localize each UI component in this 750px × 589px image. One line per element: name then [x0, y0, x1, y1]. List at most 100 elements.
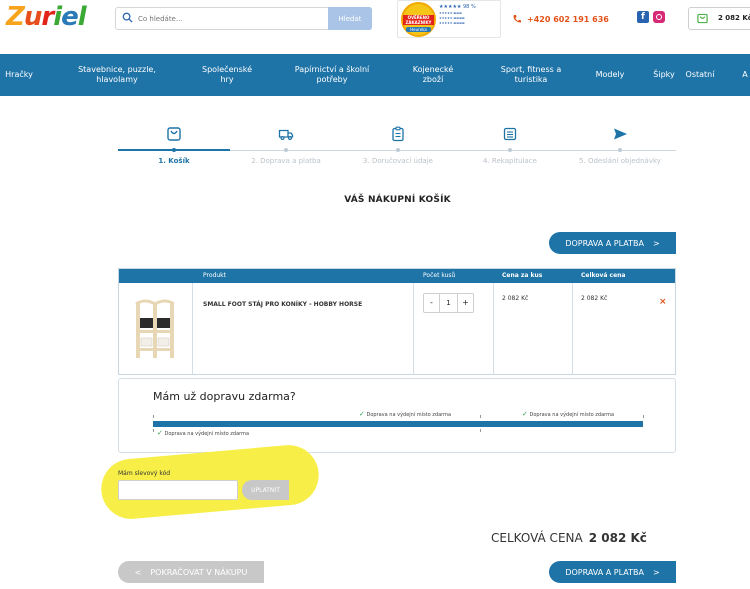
logo[interactable]: Zuriel — [6, 2, 87, 32]
continue-shopping-button[interactable]: < POKRAČOVAT V NÁKUPU — [118, 561, 264, 583]
check-icon: ✓ — [359, 410, 365, 418]
milestone-text: Doprava na výdejní místo zdarma — [366, 412, 452, 418]
step-dot — [172, 148, 176, 152]
column-divider — [413, 283, 414, 375]
step-dot — [396, 148, 400, 152]
check-icon: ✓ — [157, 429, 163, 437]
list-icon — [503, 127, 517, 141]
phone-icon — [513, 15, 521, 23]
heureka-badge[interactable]: OVĚŘENO ZÁKAZNÍKY Heureka ★★★★★ 98 % ★★★… — [397, 0, 501, 38]
instagram-icon[interactable] — [653, 11, 665, 23]
button-label: POKRAČOVAT V NÁKUPU — [150, 567, 248, 577]
step-recap[interactable]: 4. Rekapitulace — [454, 120, 566, 165]
nav-item-spolecenske-hry[interactable]: Společenské hry — [196, 54, 258, 96]
order-total-value: 2 082 Kč — [588, 531, 647, 545]
phone-link[interactable]: +420 602 191 636 — [512, 14, 609, 24]
header-cart-total: 2 082 Kč — [718, 14, 750, 22]
nav-item-modely[interactable]: Modely — [590, 54, 630, 96]
seal-mid-text: ZÁKAZNÍKY — [403, 20, 434, 25]
search-icon — [122, 12, 133, 23]
column-header-product: Produkt — [203, 272, 226, 279]
main-nav: Hračky Stavebnice, puzzle, hlavolamy Spo… — [0, 54, 750, 96]
social-links: f — [637, 11, 665, 23]
product-image[interactable] — [133, 298, 177, 360]
check-icon: ✓ — [522, 410, 528, 418]
milestone-text: Doprava na výdejní místo zdarma — [164, 431, 250, 437]
table-header: Produkt Počet kusů Cena za kus Celková c… — [119, 269, 675, 283]
apply-coupon-button[interactable]: UPLATNIT — [242, 480, 289, 500]
continue-shipping-button-bottom[interactable]: DOPRAVA A PLATBA > — [549, 561, 676, 583]
progress-tick — [153, 429, 154, 432]
shipping-milestone-label: ✓ Doprava na výdejní místo zdarma — [359, 410, 451, 418]
column-divider — [493, 283, 494, 375]
coupon-input[interactable] — [118, 480, 238, 500]
progress-tick — [480, 429, 481, 432]
nav-item-hracky[interactable]: Hračky — [4, 54, 34, 96]
progress-tick — [153, 415, 154, 418]
step-dot — [618, 148, 622, 152]
step-label: 3. Doručovací údaje — [363, 157, 433, 165]
cart-icon — [697, 13, 708, 24]
free-shipping-panel: Mám už dopravu zdarma? ✓ Doprava na výde… — [118, 378, 676, 453]
unit-price: 2 082 Kč — [502, 295, 529, 302]
quantity-increase-button[interactable]: + — [457, 294, 473, 312]
nav-item-stavebnice[interactable]: Stavebnice, puzzle, hlavolamy — [72, 54, 162, 96]
column-header-quantity: Počet kusů — [423, 272, 456, 279]
logo-letter: u — [23, 2, 42, 32]
step-label: 5. Odeslání objednávky — [579, 157, 661, 165]
progress-tick — [480, 415, 481, 418]
nav-item-more[interactable]: A — [740, 54, 750, 96]
step-label: 2. Doprava a platba — [251, 157, 321, 165]
free-shipping-progress-bar — [153, 421, 643, 427]
step-label: 4. Rekapitulace — [483, 157, 537, 165]
header-cart-button[interactable]: 2 082 Kč — [688, 7, 750, 30]
nav-item-ostatni[interactable]: Ostatní — [682, 54, 718, 96]
step-cart[interactable]: 1. Košík — [118, 120, 230, 165]
nav-item-sipky[interactable]: Šipky — [652, 54, 676, 96]
search-input[interactable] — [138, 10, 338, 27]
product-name-link[interactable]: SMALL FOOT STÁJ PRO KONÍKY - HOBBY HORSE — [203, 301, 362, 308]
clipboard-icon — [392, 126, 404, 142]
cart-icon — [167, 127, 181, 141]
rating-rows: ★★★★★ ▬▬▬ ★★★★★ ▬▬▬▬ ★★★★★ ▬▬▬▬ — [439, 11, 465, 25]
chevron-left-icon: < — [134, 567, 142, 577]
page-title: VÁŠ NÁKUPNÍ KOŠÍK — [344, 195, 451, 205]
coupon-label: Mám slevový kód — [118, 470, 171, 477]
logo-letter: i — [53, 2, 62, 32]
nav-item-kojenecke[interactable]: Kojenecké zboží — [404, 54, 462, 96]
cart-table: Produkt Počet kusů Cena za kus Celková c… — [118, 268, 676, 375]
quantity-decrease-button[interactable]: - — [424, 294, 440, 312]
seal-brand-text: Heureka — [406, 27, 431, 32]
column-header-total-price: Celková cena — [581, 272, 626, 279]
step-delivery-details[interactable]: 3. Doručovací údaje — [342, 120, 454, 165]
truck-icon — [278, 129, 294, 141]
quantity-stepper: - 1 + — [423, 293, 474, 313]
continue-shipping-button-top[interactable]: DOPRAVA A PLATBA > — [549, 232, 676, 254]
rating-text: ★★★★★ 98 % — [439, 4, 476, 10]
logo-letter: l — [77, 2, 87, 32]
facebook-icon[interactable]: f — [637, 11, 649, 23]
step-dot — [508, 148, 512, 152]
logo-letter: e — [61, 2, 79, 32]
shipping-milestone-label: ✓ Doprava na výdejní místo zdarma — [157, 429, 249, 437]
heureka-seal-icon: OVĚŘENO ZÁKAZNÍKY Heureka — [401, 2, 436, 37]
order-total: CELKOVÁ CENA 2 082 Kč — [491, 531, 647, 545]
nav-item-papirnictvi[interactable]: Papírnictví a školní potřeby — [288, 54, 376, 96]
checkout-steps: 1. Košík 2. Doprava a platba 3. Doručova… — [118, 120, 676, 170]
column-divider — [572, 283, 573, 375]
column-divider — [192, 283, 193, 375]
chevron-right-icon: > — [652, 567, 660, 577]
order-total-label: CELKOVÁ CENA — [491, 531, 583, 545]
search-button[interactable]: Hledat — [328, 7, 372, 30]
nav-item-sport[interactable]: Sport, fitness a turistika — [494, 54, 568, 96]
progress-tick — [643, 415, 644, 418]
step-shipping[interactable]: 2. Doprava a platba — [230, 120, 342, 165]
shipping-milestone-label: ✓ Doprava na výdejní místo zdarma — [522, 410, 614, 418]
logo-letter: Z — [6, 2, 25, 32]
step-dot — [284, 148, 288, 152]
quantity-value[interactable]: 1 — [440, 294, 457, 312]
button-label: DOPRAVA A PLATBA — [565, 238, 644, 248]
step-submit[interactable]: 5. Odeslání objednávky — [564, 120, 676, 165]
milestone-text: Doprava na výdejní místo zdarma — [529, 412, 615, 418]
remove-item-icon[interactable]: × — [659, 297, 667, 307]
